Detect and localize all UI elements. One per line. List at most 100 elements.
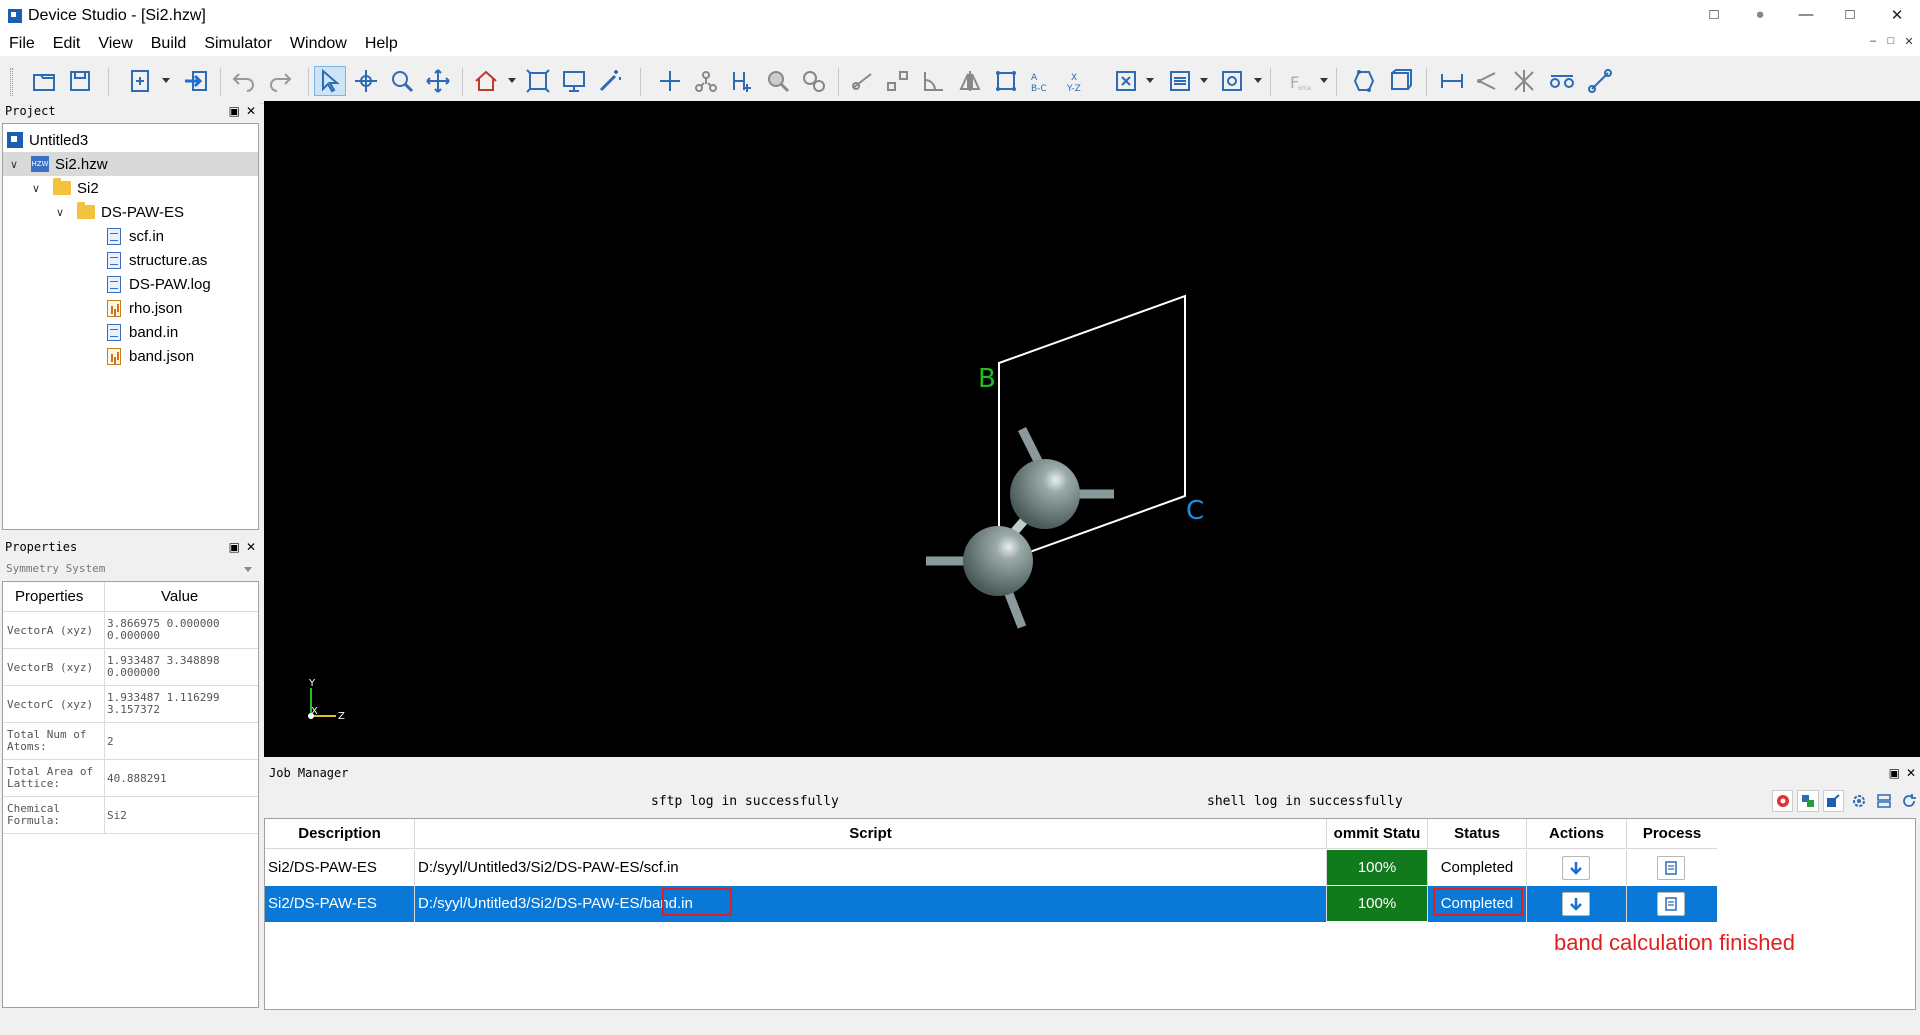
menu-build[interactable]: Build xyxy=(142,35,196,53)
property-value: 40.888291 xyxy=(107,772,167,785)
panel-float-icon[interactable]: ▣ xyxy=(1889,766,1900,780)
chevron-down-icon[interactable]: ∨ xyxy=(53,206,67,219)
tree-item-si2-hzw[interactable]: ∨ HZW Si2.hzw xyxy=(3,152,258,176)
new-file-icon[interactable] xyxy=(124,66,156,96)
server-icon[interactable] xyxy=(1873,790,1894,812)
properties-panel-header: Properties ▣ ✕ xyxy=(0,538,260,556)
feedback-icon[interactable]: □ xyxy=(1704,6,1724,23)
column-header-process[interactable]: Process xyxy=(1627,819,1717,849)
element-icon[interactable] xyxy=(798,66,830,96)
build-chain-icon[interactable] xyxy=(1472,66,1504,96)
select-arrow-icon[interactable] xyxy=(314,66,346,96)
panel-close-icon[interactable]: ✕ xyxy=(246,540,256,554)
menu-window[interactable]: Window xyxy=(281,35,356,53)
transfer-icon[interactable] xyxy=(1822,790,1845,812)
import-icon[interactable] xyxy=(180,66,212,96)
tree-item-ds-paw-log[interactable]: DS-PAW.log xyxy=(107,272,211,296)
undo-icon[interactable] xyxy=(228,66,260,96)
rotate-icon[interactable] xyxy=(350,66,382,96)
process-log-button[interactable] xyxy=(1657,856,1685,880)
mdi-minimize-button[interactable]: – xyxy=(1866,35,1880,47)
molecule-icon[interactable] xyxy=(690,66,722,96)
fit-view-icon[interactable] xyxy=(522,66,554,96)
minimize-button[interactable]: — xyxy=(1796,6,1816,23)
open-folder-icon[interactable] xyxy=(28,66,60,96)
view-bc-icon[interactable]: A B-C xyxy=(1026,66,1058,96)
script-cell: D:/syyl/Untitled3/Si2/DS-PAW-ES/scf.in xyxy=(415,850,1327,886)
mdi-restore-button[interactable]: □ xyxy=(1884,35,1898,47)
screen-view-icon[interactable] xyxy=(558,66,590,96)
process-log-button[interactable] xyxy=(1657,892,1685,916)
menu-file[interactable]: File xyxy=(0,35,44,53)
build-molecule-icon[interactable] xyxy=(1584,66,1616,96)
column-header-submit-status[interactable]: ommit Statu xyxy=(1327,819,1428,849)
tree-item-band-in[interactable]: band.in xyxy=(107,320,178,344)
panel-float-icon[interactable]: ▣ xyxy=(229,104,240,118)
angle-icon[interactable] xyxy=(918,66,950,96)
symmetry-system-combo[interactable]: Symmetry System xyxy=(2,560,258,578)
hydrogen-icon[interactable] xyxy=(726,66,758,96)
menu-help[interactable]: Help xyxy=(356,35,407,53)
menu-view[interactable]: View xyxy=(89,35,141,53)
property-key: Chemical Formula: xyxy=(7,802,60,827)
column-header-status[interactable]: Status xyxy=(1428,819,1527,849)
build-device-icon[interactable] xyxy=(1546,66,1578,96)
column-header-actions[interactable]: Actions xyxy=(1527,819,1627,849)
download-button[interactable] xyxy=(1562,856,1590,880)
build-surface-icon[interactable] xyxy=(1384,66,1416,96)
pan-icon[interactable] xyxy=(422,66,454,96)
force-icon[interactable]: Force xyxy=(1284,66,1316,96)
structure-viewport[interactable]: B C Y X Z xyxy=(264,101,1920,757)
home-view-icon[interactable] xyxy=(470,66,502,96)
project-tree: Untitled3 ∨ HZW Si2.hzw ∨ Si2 ∨ DS-PAW-E… xyxy=(2,123,259,530)
si-atom[interactable] xyxy=(1010,459,1080,529)
close-button[interactable]: ✕ xyxy=(1887,6,1907,24)
download-button[interactable] xyxy=(1562,892,1590,916)
tree-item-band-json[interactable]: band.json xyxy=(107,344,194,368)
chevron-down-icon[interactable]: ∨ xyxy=(7,158,21,171)
supercell-icon[interactable] xyxy=(1110,66,1142,96)
menu-edit[interactable]: Edit xyxy=(44,35,90,53)
axis-z-label: Z xyxy=(338,711,345,722)
maximize-button[interactable]: □ xyxy=(1840,6,1860,23)
bond-icon[interactable] xyxy=(846,66,878,96)
mdi-close-button[interactable]: ✕ xyxy=(1902,35,1916,48)
view-yz-icon[interactable]: X Y-Z xyxy=(1062,66,1094,96)
tree-item-scf-in[interactable]: scf.in xyxy=(107,224,164,248)
menu-simulator[interactable]: Simulator xyxy=(195,35,281,53)
panel-close-icon[interactable]: ✕ xyxy=(1906,766,1916,780)
bond-length-icon[interactable] xyxy=(882,66,914,96)
settings-gear-icon[interactable] xyxy=(1848,790,1869,812)
cell-icon[interactable] xyxy=(990,66,1022,96)
tree-label: scf.in xyxy=(129,227,165,245)
mirror-icon[interactable] xyxy=(954,66,986,96)
tree-item-ds-paw-es[interactable]: ∨ DS-PAW-ES xyxy=(53,200,184,224)
tree-item-structure-as[interactable]: structure.as xyxy=(107,248,207,272)
build-nanotube-icon[interactable] xyxy=(1508,66,1540,96)
column-header-description[interactable]: Description xyxy=(265,819,415,849)
save-icon[interactable] xyxy=(64,66,96,96)
redo-icon[interactable] xyxy=(264,66,296,96)
tree-item-rho-json[interactable]: rho.json xyxy=(107,296,182,320)
svg-text:orce: orce xyxy=(1298,85,1311,92)
property-key: VectorC (xyz) xyxy=(7,698,94,711)
search-atom-icon[interactable] xyxy=(762,66,794,96)
layer-icon[interactable] xyxy=(1164,66,1196,96)
submit-job-icon[interactable] xyxy=(1797,790,1819,812)
zoom-icon[interactable] xyxy=(386,66,418,96)
chevron-down-icon[interactable]: ∨ xyxy=(29,182,43,195)
column-header-script[interactable]: Script xyxy=(415,819,1327,849)
si-atom[interactable] xyxy=(963,526,1033,596)
user-icon[interactable]: ● xyxy=(1750,6,1770,23)
build-interface-icon[interactable] xyxy=(1436,66,1468,96)
panel-close-icon[interactable]: ✕ xyxy=(246,104,256,118)
tree-item-si2[interactable]: ∨ Si2 xyxy=(29,176,99,200)
swirl-icon[interactable] xyxy=(1772,790,1794,812)
panel-float-icon[interactable]: ▣ xyxy=(229,540,240,554)
tree-item-untitled3[interactable]: Untitled3 xyxy=(7,128,88,152)
add-atom-icon[interactable] xyxy=(654,66,686,96)
build-crystal-icon[interactable] xyxy=(1348,66,1380,96)
magic-wand-icon[interactable] xyxy=(594,66,626,96)
refresh-icon[interactable] xyxy=(1899,790,1920,812)
cluster-icon[interactable] xyxy=(1216,66,1248,96)
